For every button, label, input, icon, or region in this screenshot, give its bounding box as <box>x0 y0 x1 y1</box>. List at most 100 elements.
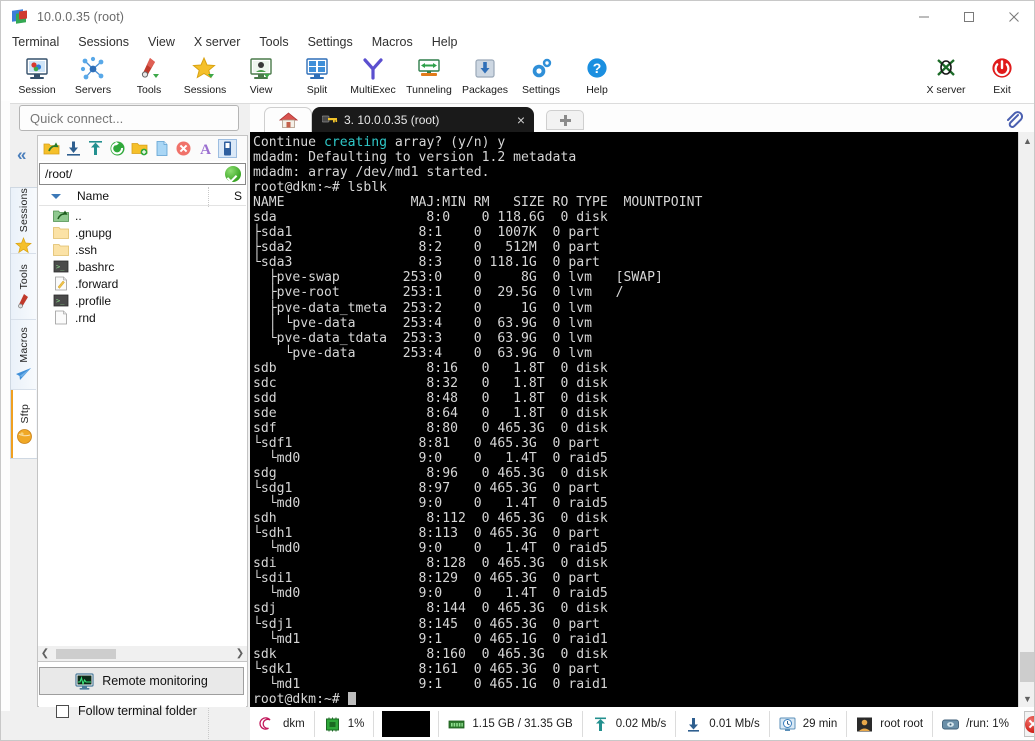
quick-connect-input[interactable]: Quick connect... <box>19 105 239 131</box>
status-uptime[interactable]: 29 min <box>770 711 848 737</box>
menu-settings[interactable]: Settings <box>308 34 364 50</box>
window-controls <box>901 1 1034 33</box>
list-item[interactable]: .ssh <box>39 241 246 258</box>
toolbar-split-button[interactable]: Split <box>289 52 345 104</box>
text-mode-icon[interactable]: A <box>197 140 214 158</box>
blank-file-icon <box>53 310 69 325</box>
list-item[interactable]: >_ .profile <box>39 292 246 309</box>
star-icon <box>15 236 32 254</box>
sftp-column-size[interactable]: S <box>234 189 242 203</box>
remote-monitoring-button[interactable]: Remote monitoring <box>39 667 244 695</box>
follow-terminal-folder-label: Follow terminal folder <box>78 704 197 718</box>
svg-text:A: A <box>200 142 211 157</box>
status-hostname[interactable]: dkm <box>250 711 315 737</box>
toolbar-multiexec-button[interactable]: MultiExec <box>345 52 401 104</box>
terminal-output[interactable]: Continue creating array? (y/n) y mdadm: … <box>250 132 1018 707</box>
toolbar-tunneling-label: Tunneling <box>406 84 452 96</box>
toolbar-session-button[interactable]: Session <box>9 52 65 104</box>
servers-icon <box>80 56 106 82</box>
scroll-right-icon[interactable]: ❯ <box>233 648 247 659</box>
view-icon <box>248 56 274 82</box>
list-item[interactable]: .gnupg <box>39 224 246 241</box>
list-item[interactable]: .rnd <box>39 309 246 326</box>
toolbar-settings-button[interactable]: Settings <box>513 52 569 104</box>
toolbar-exit-button[interactable]: Exit <box>974 52 1030 104</box>
terminal-tab-active[interactable]: 3. 10.0.0.35 (root) × <box>312 107 534 132</box>
status-download[interactable]: 0.01 Mb/s <box>676 711 770 737</box>
status-disk[interactable]: /run: 1% <box>933 711 1018 737</box>
close-icon[interactable]: × <box>517 113 525 127</box>
refresh-icon[interactable] <box>109 140 126 157</box>
scroll-thumb[interactable] <box>56 648 116 659</box>
packages-icon <box>472 56 498 82</box>
toolbar-help-button[interactable]: ? Help <box>569 52 625 104</box>
sftp-path-input[interactable]: /root/ <box>39 163 246 185</box>
toolbar-tools-button[interactable]: Tools <box>121 52 177 104</box>
close-session-button[interactable] <box>1023 711 1034 737</box>
new-tab-button[interactable] <box>546 110 584 130</box>
sidebar-vertical-tabs: Sessions Tools Macros Sftp <box>10 187 37 459</box>
settings-gear-icon <box>528 56 554 82</box>
scroll-up-icon[interactable]: ▲ <box>1019 132 1034 149</box>
delete-icon[interactable] <box>175 140 192 157</box>
menu-tools[interactable]: Tools <box>259 34 299 50</box>
sidebar-tab-macros-label: Macros <box>17 326 30 363</box>
menu-terminal[interactable]: Terminal <box>12 34 70 50</box>
list-item[interactable]: >_ .bashrc <box>39 258 246 275</box>
sessions-star-icon <box>192 56 218 82</box>
menu-sessions[interactable]: Sessions <box>78 34 140 50</box>
toolbar-tunneling-button[interactable]: Tunneling <box>401 52 457 104</box>
scroll-down-icon[interactable]: ▼ <box>1019 690 1034 707</box>
text-file-icon <box>53 276 69 291</box>
menu-view[interactable]: View <box>148 34 186 50</box>
menu-macros[interactable]: Macros <box>372 34 424 50</box>
status-upload[interactable]: 0.02 Mb/s <box>583 711 677 737</box>
menu-help[interactable]: Help <box>432 34 469 50</box>
go-up-folder-icon[interactable] <box>43 140 60 157</box>
sidebar-tab-tools[interactable]: Tools <box>11 254 36 320</box>
monitor-graph-icon <box>75 672 94 690</box>
sidebar-tab-sessions[interactable]: Sessions <box>11 188 36 254</box>
status-cpu[interactable]: 1% <box>315 711 375 737</box>
tools-icon <box>136 56 162 82</box>
scroll-track[interactable] <box>52 646 233 661</box>
download-icon[interactable] <box>65 140 82 157</box>
minimize-icon[interactable] <box>901 1 946 33</box>
sort-descending-caret-icon[interactable] <box>51 193 61 199</box>
sftp-browser-panel: A /root/ Name S .. .gnupg .ssh >_ .bashr… <box>37 135 248 740</box>
tunneling-icon <box>416 56 442 82</box>
paperclip-icon[interactable] <box>1004 110 1024 130</box>
sidebar-tab-sftp[interactable]: Sftp <box>11 390 36 458</box>
scroll-thumb[interactable] <box>1020 652 1034 682</box>
status-memory[interactable]: 1.15 GB / 31.35 GB <box>439 711 583 737</box>
toolbar-view-button[interactable]: View <box>233 52 289 104</box>
menu-x-server[interactable]: X server <box>194 34 252 50</box>
sftp-horizontal-scrollbar[interactable]: ❮ ❯ <box>37 646 248 662</box>
close-icon[interactable] <box>991 1 1034 33</box>
usb-drive-icon[interactable] <box>218 139 237 158</box>
follow-terminal-folder-row[interactable]: Follow terminal folder <box>56 704 197 718</box>
scroll-left-icon[interactable]: ❮ <box>38 648 52 659</box>
toolbar-multiexec-label: MultiExec <box>350 84 396 96</box>
toolbar-sessions-button[interactable]: Sessions <box>177 52 233 104</box>
toolbar-xserver-button[interactable]: X server <box>918 52 974 104</box>
list-item-label: .gnupg <box>75 225 112 240</box>
toolbar-servers-button[interactable]: Servers <box>65 52 121 104</box>
home-tab[interactable] <box>264 107 312 132</box>
follow-terminal-folder-checkbox[interactable] <box>56 704 69 718</box>
sidebar-tab-macros[interactable]: Macros <box>11 320 36 390</box>
list-item[interactable]: .. <box>39 207 246 224</box>
toolbar-packages-button[interactable]: Packages <box>457 52 513 104</box>
status-user[interactable]: root root <box>847 711 934 737</box>
new-folder-icon[interactable] <box>131 140 148 157</box>
list-item[interactable]: .forward <box>39 275 246 292</box>
new-file-icon[interactable] <box>153 140 170 157</box>
list-item-label: .bashrc <box>75 259 115 274</box>
terminal-scrollbar[interactable]: ▲ ▼ <box>1018 132 1034 707</box>
maximize-icon[interactable] <box>946 1 991 33</box>
sftp-column-name[interactable]: Name <box>77 189 109 203</box>
collapse-sidebar-button[interactable]: « <box>17 146 26 163</box>
upload-icon[interactable] <box>87 140 104 157</box>
status-graph[interactable] <box>374 711 440 737</box>
main-toolbar: Session Servers Tools Sessions View Spli… <box>1 52 1034 104</box>
